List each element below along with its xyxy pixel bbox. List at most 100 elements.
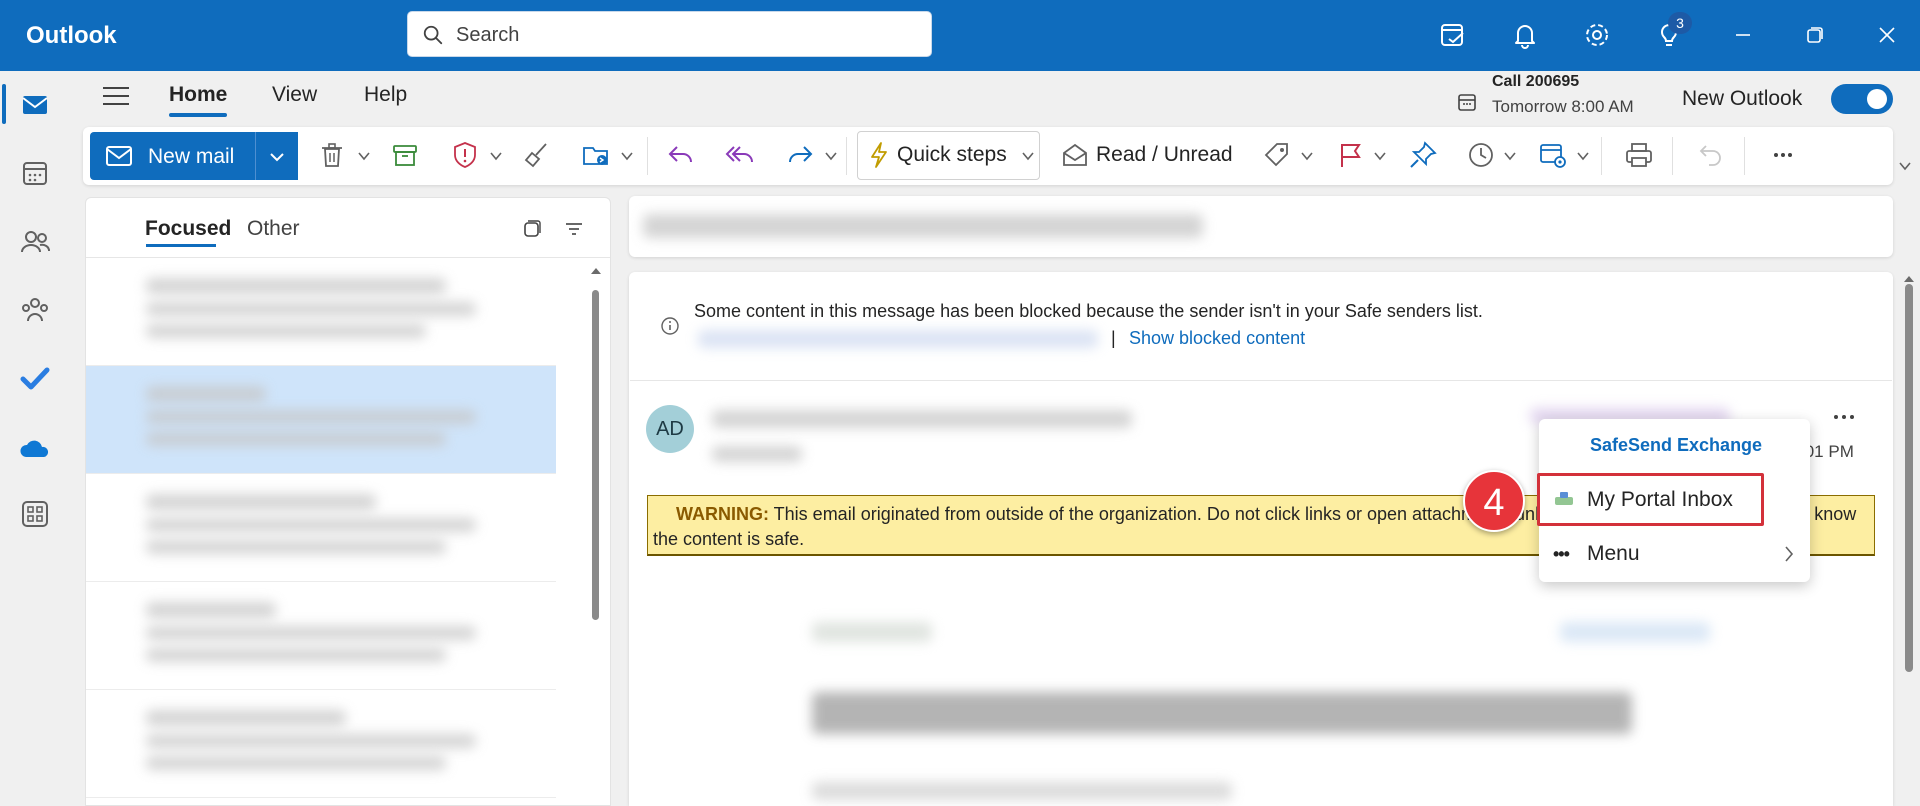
gear-icon[interactable] bbox=[1581, 19, 1613, 51]
warning-label: WARNING: bbox=[676, 504, 769, 524]
menu-label: Menu bbox=[1587, 542, 1640, 565]
body-button-blurred bbox=[1560, 622, 1710, 642]
scroll-up-arrow-icon[interactable] bbox=[1904, 276, 1914, 282]
chevron-down-icon[interactable] bbox=[1373, 150, 1387, 162]
move-to-folder-icon[interactable] bbox=[581, 140, 611, 172]
todo-icon[interactable] bbox=[18, 361, 52, 395]
upcoming-event-time: Tomorrow 8:00 AM bbox=[1492, 97, 1634, 116]
avatar[interactable]: AD bbox=[646, 405, 694, 453]
report-shield-icon[interactable] bbox=[450, 140, 480, 172]
lightning-icon bbox=[864, 140, 894, 172]
list-item[interactable] bbox=[86, 474, 556, 582]
highlight-box bbox=[1537, 473, 1764, 526]
ribbon-collapse-chevron-icon[interactable] bbox=[1898, 160, 1912, 172]
body-heading-blurred bbox=[812, 692, 1632, 734]
list-item-selected[interactable] bbox=[86, 366, 556, 474]
link-separator: | bbox=[1111, 328, 1116, 348]
onedrive-icon[interactable] bbox=[18, 432, 52, 466]
close-icon[interactable] bbox=[1871, 19, 1903, 51]
chevron-down-icon[interactable] bbox=[1300, 150, 1314, 162]
scroll-up-arrow-icon[interactable] bbox=[591, 268, 601, 274]
reading-scrollbar[interactable] bbox=[1905, 284, 1913, 672]
clock-icon[interactable] bbox=[1466, 140, 1496, 172]
ellipsis-icon: ••• bbox=[1553, 544, 1570, 564]
chevron-down-icon[interactable] bbox=[824, 150, 838, 162]
select-mode-icon[interactable] bbox=[521, 218, 543, 240]
my-day-icon[interactable] bbox=[1437, 19, 1469, 51]
subject-card bbox=[629, 196, 1893, 257]
rules-icon[interactable] bbox=[1538, 140, 1568, 172]
pin-icon[interactable] bbox=[1408, 140, 1438, 172]
flag-icon[interactable] bbox=[1335, 140, 1365, 172]
chevron-down-icon[interactable] bbox=[357, 150, 371, 162]
list-scrollbar[interactable] bbox=[592, 290, 599, 620]
hamburger-icon[interactable] bbox=[101, 84, 131, 108]
new-mail-dropdown[interactable] bbox=[255, 132, 298, 180]
info-icon bbox=[661, 317, 679, 335]
rail-active-indicator bbox=[2, 84, 6, 124]
focused-tab-underline bbox=[146, 244, 216, 247]
list-item[interactable] bbox=[86, 690, 556, 798]
print-icon[interactable] bbox=[1624, 140, 1654, 172]
sweep-broom-icon[interactable] bbox=[522, 140, 552, 172]
forward-icon[interactable] bbox=[785, 140, 815, 172]
body-text-blurred bbox=[812, 782, 1232, 800]
tab-help[interactable]: Help bbox=[364, 83, 407, 107]
chevron-down-icon[interactable] bbox=[1576, 150, 1590, 162]
minimize-icon[interactable] bbox=[1727, 19, 1759, 51]
search-icon bbox=[423, 25, 443, 45]
new-outlook-label: New Outlook bbox=[1682, 87, 1803, 110]
list-item[interactable] bbox=[86, 582, 556, 690]
blocked-content-notice: Some content in this message has been bl… bbox=[694, 301, 1483, 321]
tag-icon[interactable] bbox=[1262, 140, 1292, 172]
mail-icon[interactable] bbox=[18, 88, 52, 122]
chevron-down-icon[interactable] bbox=[489, 150, 503, 162]
sender-name-blurred bbox=[712, 410, 1132, 428]
restore-icon[interactable] bbox=[1799, 19, 1831, 51]
calendar-event-icon bbox=[1458, 94, 1476, 111]
list-item[interactable] bbox=[86, 258, 556, 366]
reply-all-icon[interactable] bbox=[725, 140, 755, 172]
more-actions-icon[interactable] bbox=[1829, 405, 1859, 429]
tab-home[interactable]: Home bbox=[169, 83, 227, 107]
archive-icon[interactable] bbox=[390, 140, 420, 172]
read-unread-envelope-icon[interactable] bbox=[1060, 140, 1090, 172]
menu-item[interactable]: ••• Menu bbox=[1539, 530, 1810, 578]
toolbar-divider bbox=[1744, 137, 1745, 175]
groups-icon[interactable] bbox=[18, 293, 52, 327]
chevron-down-icon[interactable] bbox=[620, 150, 634, 162]
toolbar-divider bbox=[846, 137, 847, 175]
new-mail-label: New mail bbox=[148, 145, 235, 168]
more-apps-icon[interactable] bbox=[18, 497, 52, 531]
search-placeholder: Search bbox=[456, 24, 520, 46]
delete-icon[interactable] bbox=[317, 140, 347, 172]
tab-active-underline bbox=[169, 113, 227, 117]
new-outlook-toggle[interactable] bbox=[1831, 84, 1893, 114]
step-number-badge: 4 bbox=[1463, 470, 1525, 532]
toggle-knob bbox=[1867, 89, 1887, 109]
chevron-down-icon bbox=[270, 153, 284, 162]
tab-focused[interactable]: Focused bbox=[145, 217, 231, 241]
toolbar-divider bbox=[1672, 137, 1673, 175]
chevron-down-icon[interactable] bbox=[1021, 150, 1035, 162]
upcoming-event-title[interactable]: Call 200695 bbox=[1492, 73, 1579, 91]
calendar-icon[interactable] bbox=[18, 156, 52, 190]
read-unread-label[interactable]: Read / Unread bbox=[1096, 143, 1233, 167]
tab-view[interactable]: View bbox=[272, 83, 317, 107]
recipient-blurred bbox=[712, 446, 802, 462]
filter-icon[interactable] bbox=[563, 218, 585, 240]
popup-title: SafeSend Exchange bbox=[1590, 435, 1763, 455]
search-input[interactable]: Search bbox=[407, 11, 932, 57]
undo-icon[interactable] bbox=[1696, 140, 1726, 172]
reading-divider bbox=[630, 380, 1892, 381]
show-blocked-content-link[interactable]: Show blocked content bbox=[1129, 328, 1305, 349]
bell-icon[interactable] bbox=[1509, 19, 1541, 51]
app-title: Outlook bbox=[26, 22, 117, 49]
title-bar: Outlook Search 3 bbox=[0, 0, 1920, 71]
tab-other[interactable]: Other bbox=[247, 217, 300, 241]
people-icon[interactable] bbox=[18, 225, 52, 259]
notification-badge: 3 bbox=[1668, 12, 1692, 34]
chevron-down-icon[interactable] bbox=[1503, 150, 1517, 162]
more-options-icon[interactable] bbox=[1768, 140, 1798, 172]
reply-icon[interactable] bbox=[666, 140, 696, 172]
